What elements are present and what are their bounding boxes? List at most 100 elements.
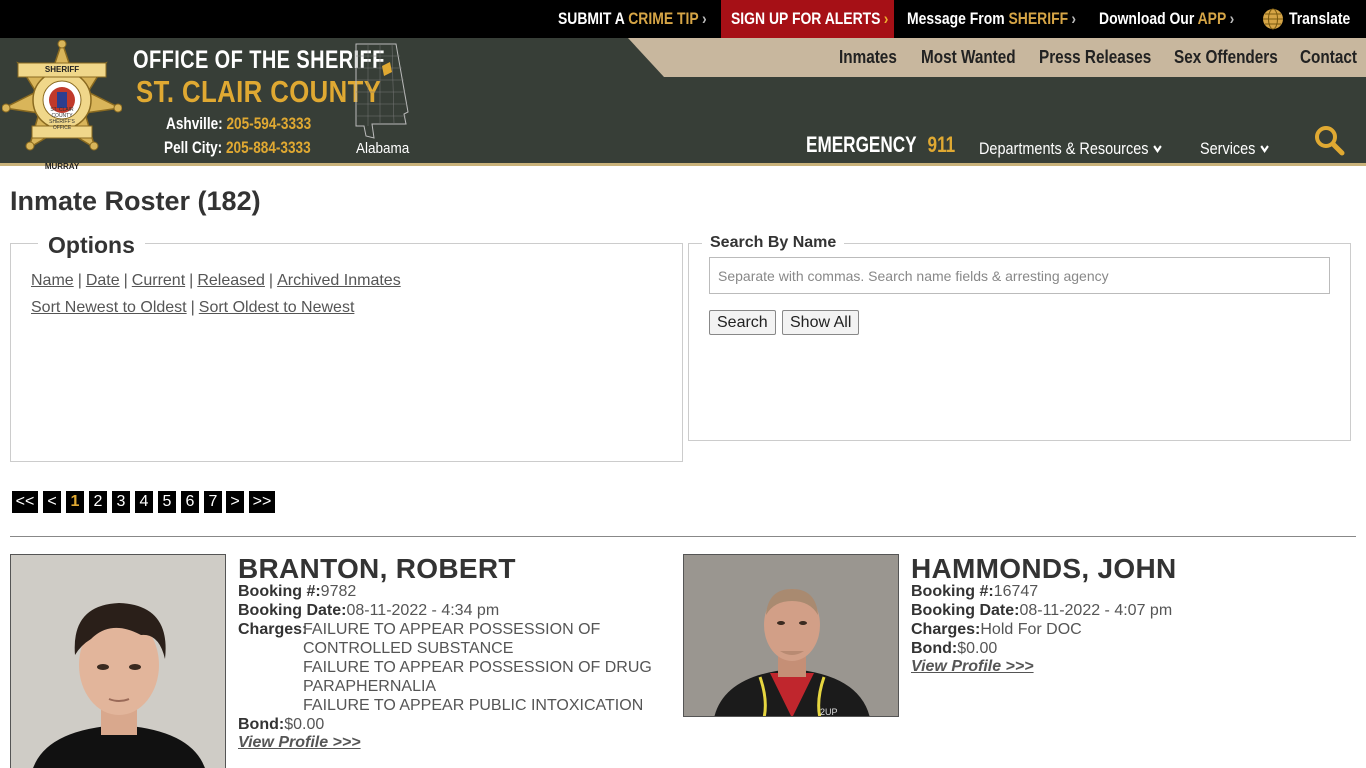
badge-top-text: SHERIFF xyxy=(44,65,80,74)
alerts-label: SIGN UP FOR ALERTS xyxy=(731,9,881,28)
chevron-down-icon xyxy=(1153,145,1162,154)
inmate-photo[interactable]: 2UP xyxy=(683,554,899,717)
separator: | xyxy=(189,272,194,289)
charge-item: Hold For DOC xyxy=(980,621,1082,638)
charges-label: Charges: xyxy=(238,620,307,639)
charge-item: FAILURE TO APPEAR POSSESSION OF xyxy=(303,621,601,638)
page-next[interactable]: > xyxy=(226,491,244,513)
booking-date-label: Booking Date: xyxy=(238,602,347,619)
globe-icon[interactable] xyxy=(1262,8,1284,30)
sort-links: Sort Newest to Oldest | Sort Oldest to New… xyxy=(31,299,354,317)
ashville-number[interactable]: 205-594-3333 xyxy=(226,114,311,133)
departments-label: Departments & Resources xyxy=(979,139,1149,158)
office-title: OFFICE OF THE SHERIFF xyxy=(133,46,385,74)
mugshot-image xyxy=(11,555,225,768)
ashville-label: Ashville: xyxy=(166,114,223,133)
nav-most-wanted[interactable]: Most Wanted xyxy=(921,38,1016,77)
chevron-right-icon: › xyxy=(701,9,707,28)
page-2[interactable]: 2 xyxy=(89,491,107,513)
page-prev[interactable]: < xyxy=(43,491,61,513)
charges: Charges:Hold For DOC xyxy=(911,620,1082,639)
sign-up-alerts-link[interactable]: SIGN UP FOR ALERTS › xyxy=(731,0,889,38)
options-panel: Options Name | Date | Current | Released | Archi… xyxy=(10,232,683,462)
charges-label-text: Charges: xyxy=(911,621,981,638)
filter-archived-link[interactable]: Archived Inmates xyxy=(277,272,401,289)
bond-value: $0.00 xyxy=(284,716,325,733)
search-name-input[interactable] xyxy=(709,257,1330,294)
nav-inmates[interactable]: Inmates xyxy=(839,38,897,77)
nav-sex-offenders[interactable]: Sex Offenders xyxy=(1174,38,1278,77)
booking-number-value: 16747 xyxy=(993,583,1039,600)
show-all-button[interactable]: Show All xyxy=(782,310,860,335)
sort-oldest-link[interactable]: Sort Oldest to Newest xyxy=(199,299,355,316)
booking-number: Booking #:16747 xyxy=(911,582,1038,601)
ashville-phone: Ashville: 205-594-3333 xyxy=(166,114,311,134)
translate-link[interactable]: Translate xyxy=(1289,0,1350,38)
booking-date: Booking Date:08-11-2022 - 4:07 pm xyxy=(911,601,1172,620)
page-6[interactable]: 6 xyxy=(181,491,199,513)
divider xyxy=(10,536,1356,537)
crime-tip-prefix: SUBMIT A xyxy=(558,9,629,28)
crime-tip-highlight: CRIME TIP xyxy=(628,9,699,28)
inmate-photo[interactable] xyxy=(10,554,226,768)
booking-date-value: 08-11-2022 - 4:07 pm xyxy=(1019,602,1173,619)
chevron-right-icon: › xyxy=(1071,9,1077,28)
booking-number-value: 9782 xyxy=(320,583,357,600)
charges-list: FAILURE TO APPEAR POSSESSION OF CONTROLL… xyxy=(303,620,652,715)
departments-resources-menu[interactable]: Departments & Resources xyxy=(979,139,1163,159)
message-prefix: Message From xyxy=(907,9,1009,28)
badge-ring-office: SHERIFF'S OFFICE xyxy=(49,119,75,131)
page-3[interactable]: 3 xyxy=(112,491,130,513)
page-7[interactable]: 7 xyxy=(204,491,222,513)
booking-number-label: Booking #: xyxy=(238,583,321,600)
message-from-sheriff-link[interactable]: Message From SHERIFF › xyxy=(907,0,1076,38)
page-5[interactable]: 5 xyxy=(158,491,176,513)
view-profile-link[interactable]: View Profile >>> xyxy=(911,658,1034,676)
options-legend: Options xyxy=(38,232,145,259)
utility-bar: SUBMIT A CRIME TIP › SIGN UP FOR ALERTS › … xyxy=(0,0,1366,38)
filter-date-link[interactable]: Date xyxy=(86,272,120,289)
nav-press-releases[interactable]: Press Releases xyxy=(1039,38,1151,77)
charge-item: CONTROLLED SUBSTANCE xyxy=(303,640,514,657)
emergency-info: EMERGENCY 911 xyxy=(806,132,955,158)
page-last[interactable]: >> xyxy=(249,491,275,513)
chevron-right-icon: › xyxy=(1229,9,1235,28)
bond: Bond:$0.00 xyxy=(911,639,997,658)
page-4[interactable]: 4 xyxy=(135,491,153,513)
booking-date-value: 08-11-2022 - 4:34 pm xyxy=(346,602,500,619)
services-menu[interactable]: Services xyxy=(1200,139,1270,159)
search-icon[interactable] xyxy=(1313,124,1345,156)
download-app-link[interactable]: Download Our APP › xyxy=(1099,0,1234,38)
search-button[interactable]: Search xyxy=(709,310,776,335)
booking-number-label: Booking #: xyxy=(911,583,994,600)
filter-released-link[interactable]: Released xyxy=(197,272,265,289)
mugshot-image xyxy=(684,555,898,716)
pell-city-number[interactable]: 205-884-3333 xyxy=(226,138,311,157)
filter-name-link[interactable]: Name xyxy=(31,272,74,289)
inmate-name[interactable]: HAMMONDS, JOHN xyxy=(911,553,1177,585)
search-legend: Search By Name xyxy=(702,234,845,252)
page-first[interactable]: << xyxy=(12,491,38,513)
sheriff-badge-logo[interactable] xyxy=(2,40,122,158)
bond: Bond:$0.00 xyxy=(238,715,324,734)
site-header: Inmates Most Wanted Press Releases Sex O… xyxy=(0,38,1366,171)
emergency-number[interactable]: 911 xyxy=(928,132,956,157)
separator: | xyxy=(268,272,274,289)
submit-crime-tip-link[interactable]: SUBMIT A CRIME TIP › xyxy=(558,0,707,38)
download-highlight: APP xyxy=(1197,9,1227,28)
charge-item: PARAPHERNALIA xyxy=(303,678,437,695)
pell-city-label: Pell City: xyxy=(164,138,223,157)
shirt-text: 2UP xyxy=(820,707,838,717)
filter-current-link[interactable]: Current xyxy=(132,272,185,289)
page-1[interactable]: 1 xyxy=(66,491,84,513)
inmate-name[interactable]: BRANTON, ROBERT xyxy=(238,553,516,585)
view-profile-link[interactable]: View Profile >>> xyxy=(238,734,361,752)
search-panel: Search By Name Search Show All xyxy=(688,234,1351,441)
sort-newest-link[interactable]: Sort Newest to Oldest xyxy=(31,299,187,316)
booking-date: Booking Date:08-11-2022 - 4:34 pm xyxy=(238,601,499,620)
nav-contact[interactable]: Contact xyxy=(1300,38,1357,77)
charge-item: FAILURE TO APPEAR PUBLIC INTOXICATION xyxy=(303,697,644,714)
bond-label: Bond: xyxy=(238,716,285,733)
badge-bottom-text: MURRAY xyxy=(44,162,80,171)
badge-ring-text: ST. CLAIR COUNTY SHERIFF'S OFFICE xyxy=(40,107,84,131)
